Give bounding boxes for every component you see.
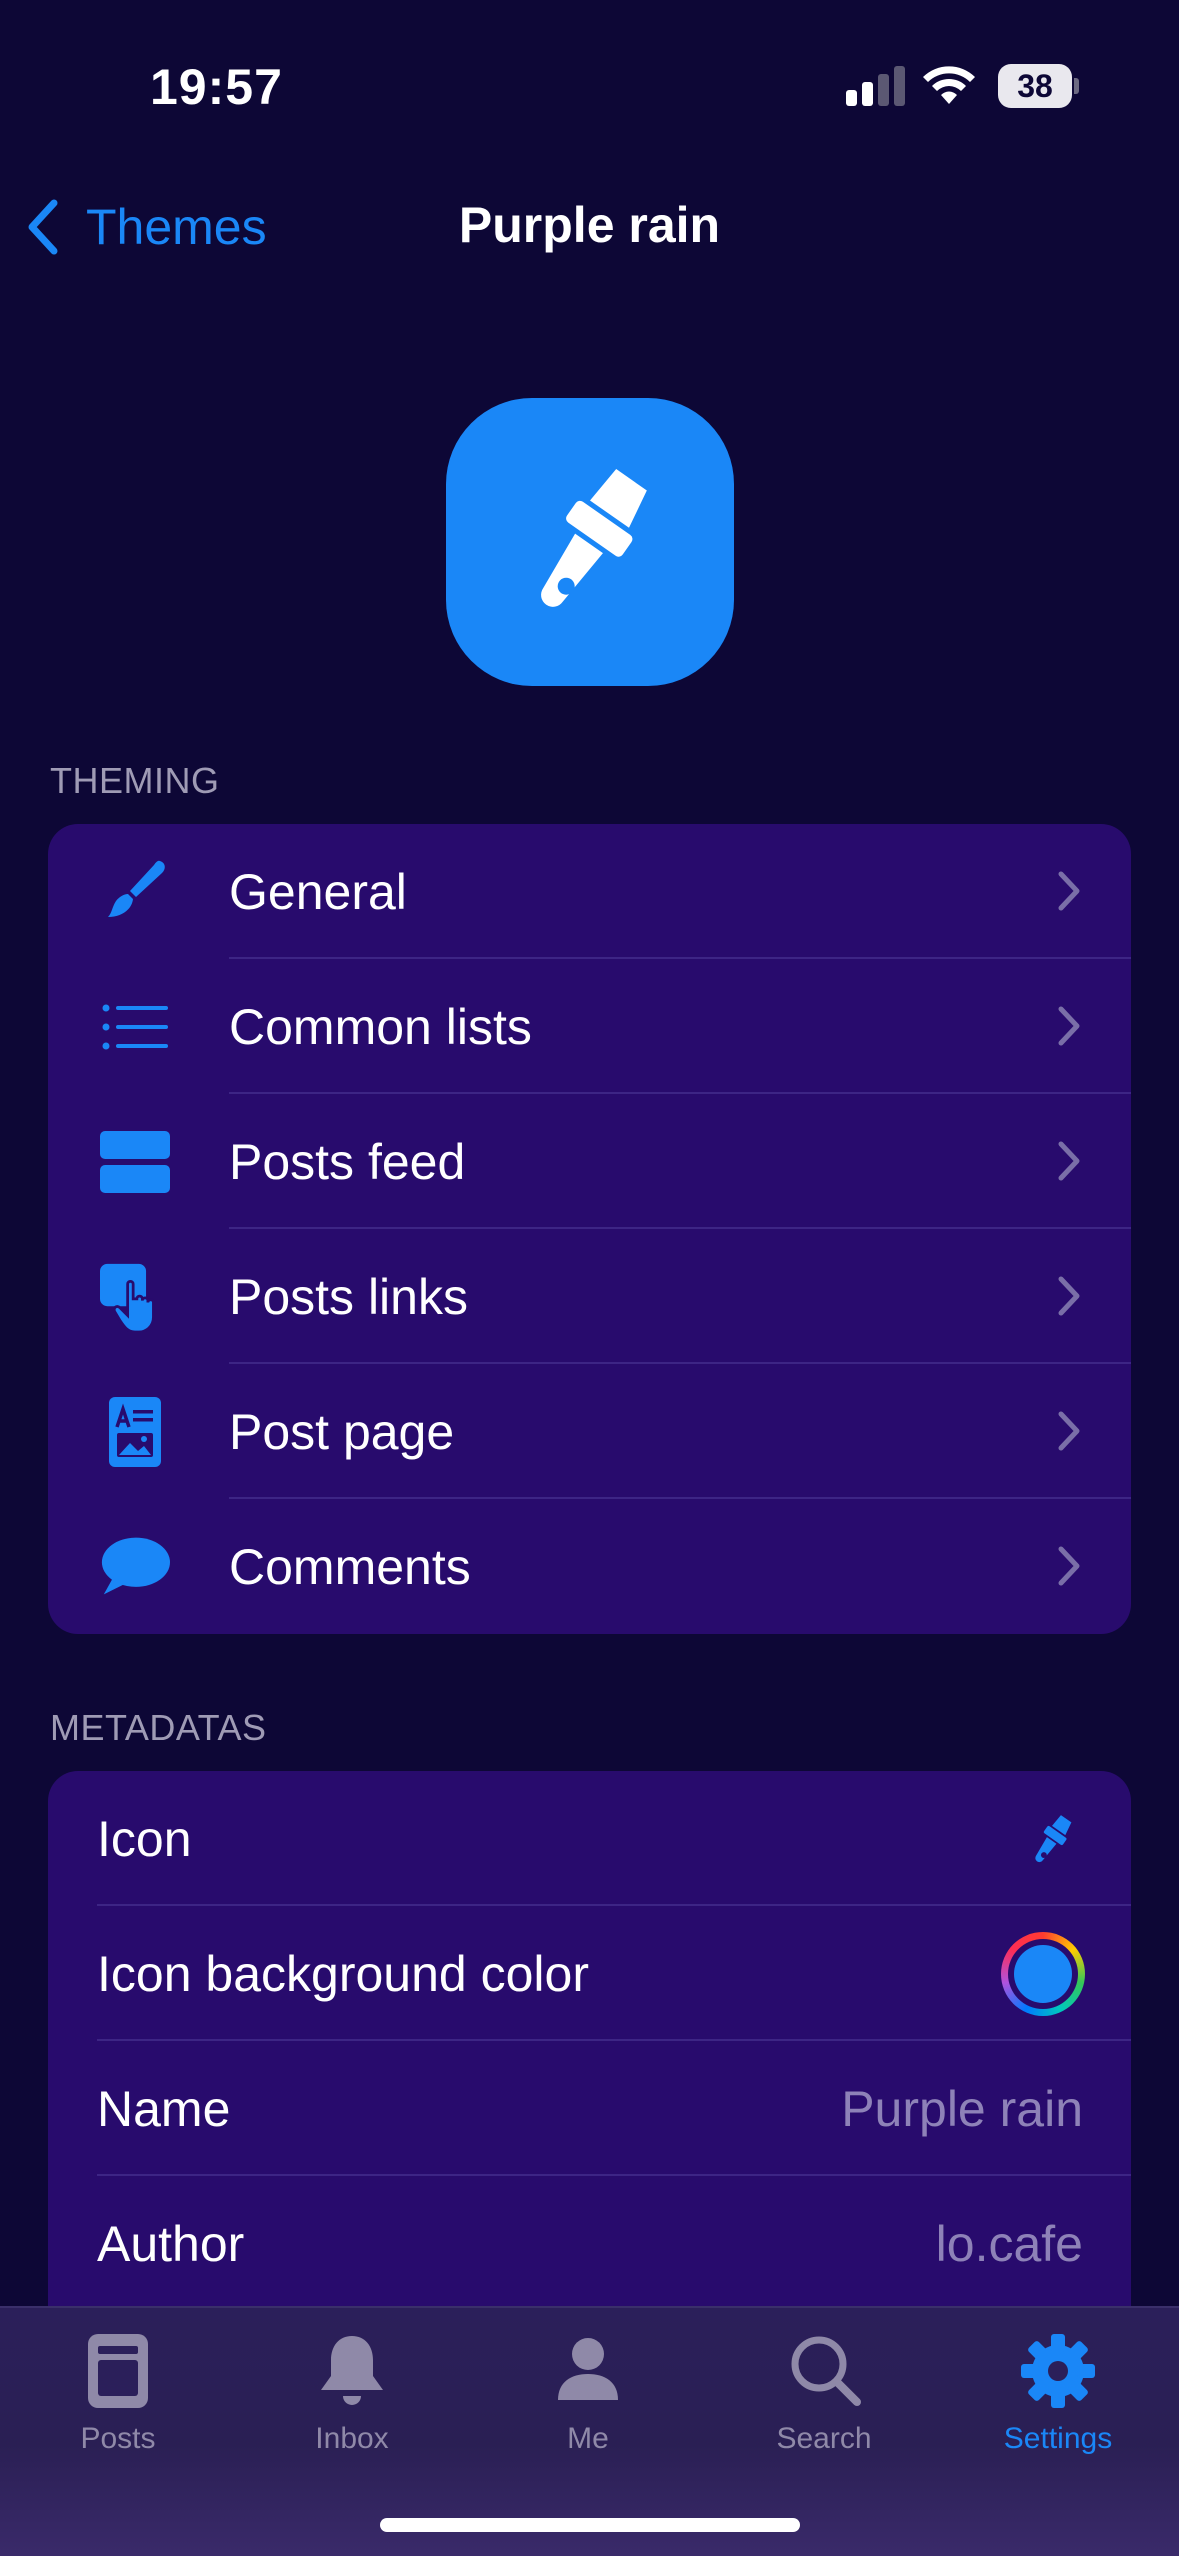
metadata-label: Name xyxy=(97,2080,231,2137)
metadatas-card: Icon Icon background color Name Purple r… xyxy=(48,1771,1131,2371)
home-indicator[interactable] xyxy=(380,2518,800,2532)
theming-item-label: General xyxy=(229,863,407,920)
theming-item-common-lists[interactable]: Common lists xyxy=(48,959,1131,1094)
theming-item-posts-links[interactable]: Posts links xyxy=(48,1229,1131,1364)
theming-item-general[interactable]: General xyxy=(48,824,1131,959)
tab-inbox[interactable]: Inbox xyxy=(262,2328,442,2478)
person-icon xyxy=(558,2338,618,2400)
theming-section-header: THEMING xyxy=(50,760,220,801)
wifi-icon xyxy=(923,66,975,104)
metadata-name-field[interactable]: Purple rain xyxy=(841,2080,1083,2138)
battery-level: 38 xyxy=(998,64,1072,108)
paintbrush-icon xyxy=(100,857,170,927)
battery-icon: 38 xyxy=(998,64,1079,108)
tab-label: Inbox xyxy=(315,2422,389,2455)
posts-icon xyxy=(88,2334,148,2408)
page-title: Purple rain xyxy=(458,197,721,253)
chevron-right-icon xyxy=(1058,1411,1080,1451)
chevron-right-icon xyxy=(1058,1141,1080,1181)
chevron-right-icon xyxy=(1058,1276,1080,1316)
metadata-label: Icon background color xyxy=(97,1945,589,2002)
doc-text-image-icon xyxy=(100,1397,170,1467)
theme-icon-preview xyxy=(446,398,734,686)
metadata-icon-background-color-row[interactable]: Icon background color xyxy=(48,1906,1131,2041)
chevron-right-icon xyxy=(1058,1006,1080,1046)
cellular-signal-icon xyxy=(846,66,906,106)
tab-posts[interactable]: Posts xyxy=(28,2328,208,2478)
paintbrush-icon xyxy=(541,469,647,607)
gear-icon xyxy=(1021,2334,1095,2408)
metadata-label: Author xyxy=(97,2215,245,2272)
color-picker-swatch[interactable] xyxy=(1001,1932,1085,2016)
chevron-right-icon xyxy=(1058,1546,1080,1586)
metadata-author-row[interactable]: Author lo.cafe xyxy=(48,2176,1131,2311)
status-bar: 19:57 38 xyxy=(0,0,1179,150)
tab-settings[interactable]: Settings xyxy=(968,2328,1148,2478)
list-bullet-icon xyxy=(100,992,170,1062)
chevron-right-icon xyxy=(1058,871,1080,911)
tab-search[interactable]: Search xyxy=(734,2328,914,2478)
theming-item-label: Posts links xyxy=(229,1268,468,1325)
theming-item-label: Comments xyxy=(229,1538,471,1595)
theming-item-label: Common lists xyxy=(229,998,532,1055)
metadata-icon-row[interactable]: Icon xyxy=(48,1771,1131,1906)
theming-item-label: Posts feed xyxy=(229,1133,466,1190)
tab-label: Search xyxy=(776,2422,872,2455)
status-time: 19:57 xyxy=(150,59,283,115)
theming-item-label: Post page xyxy=(229,1403,455,1460)
bell-icon xyxy=(321,2336,383,2405)
tab-label: Me xyxy=(567,2422,609,2455)
metadata-label: Icon xyxy=(97,1810,192,1867)
magnifier-icon xyxy=(791,2336,861,2406)
stacked-rectangles-icon xyxy=(100,1127,170,1197)
theming-item-comments[interactable]: Comments xyxy=(48,1499,1131,1634)
metadata-name-row[interactable]: Name Purple rain xyxy=(48,2041,1131,2176)
tab-label: Posts xyxy=(80,2422,156,2455)
hand-tap-icon xyxy=(100,1262,170,1332)
speech-bubble-icon xyxy=(100,1532,170,1602)
tab-label: Settings xyxy=(1003,2422,1113,2455)
tab-me[interactable]: Me xyxy=(498,2328,678,2478)
theming-card: General Common lists Posts feed Posts li… xyxy=(48,824,1131,1634)
metadata-author-field[interactable]: lo.cafe xyxy=(936,2215,1083,2273)
metadatas-section-header: METADATAS xyxy=(50,1707,267,1748)
theming-item-post-page[interactable]: Post page xyxy=(48,1364,1131,1499)
theming-item-posts-feed[interactable]: Posts feed xyxy=(48,1094,1131,1229)
paintbrush-icon xyxy=(1035,1815,1072,1863)
